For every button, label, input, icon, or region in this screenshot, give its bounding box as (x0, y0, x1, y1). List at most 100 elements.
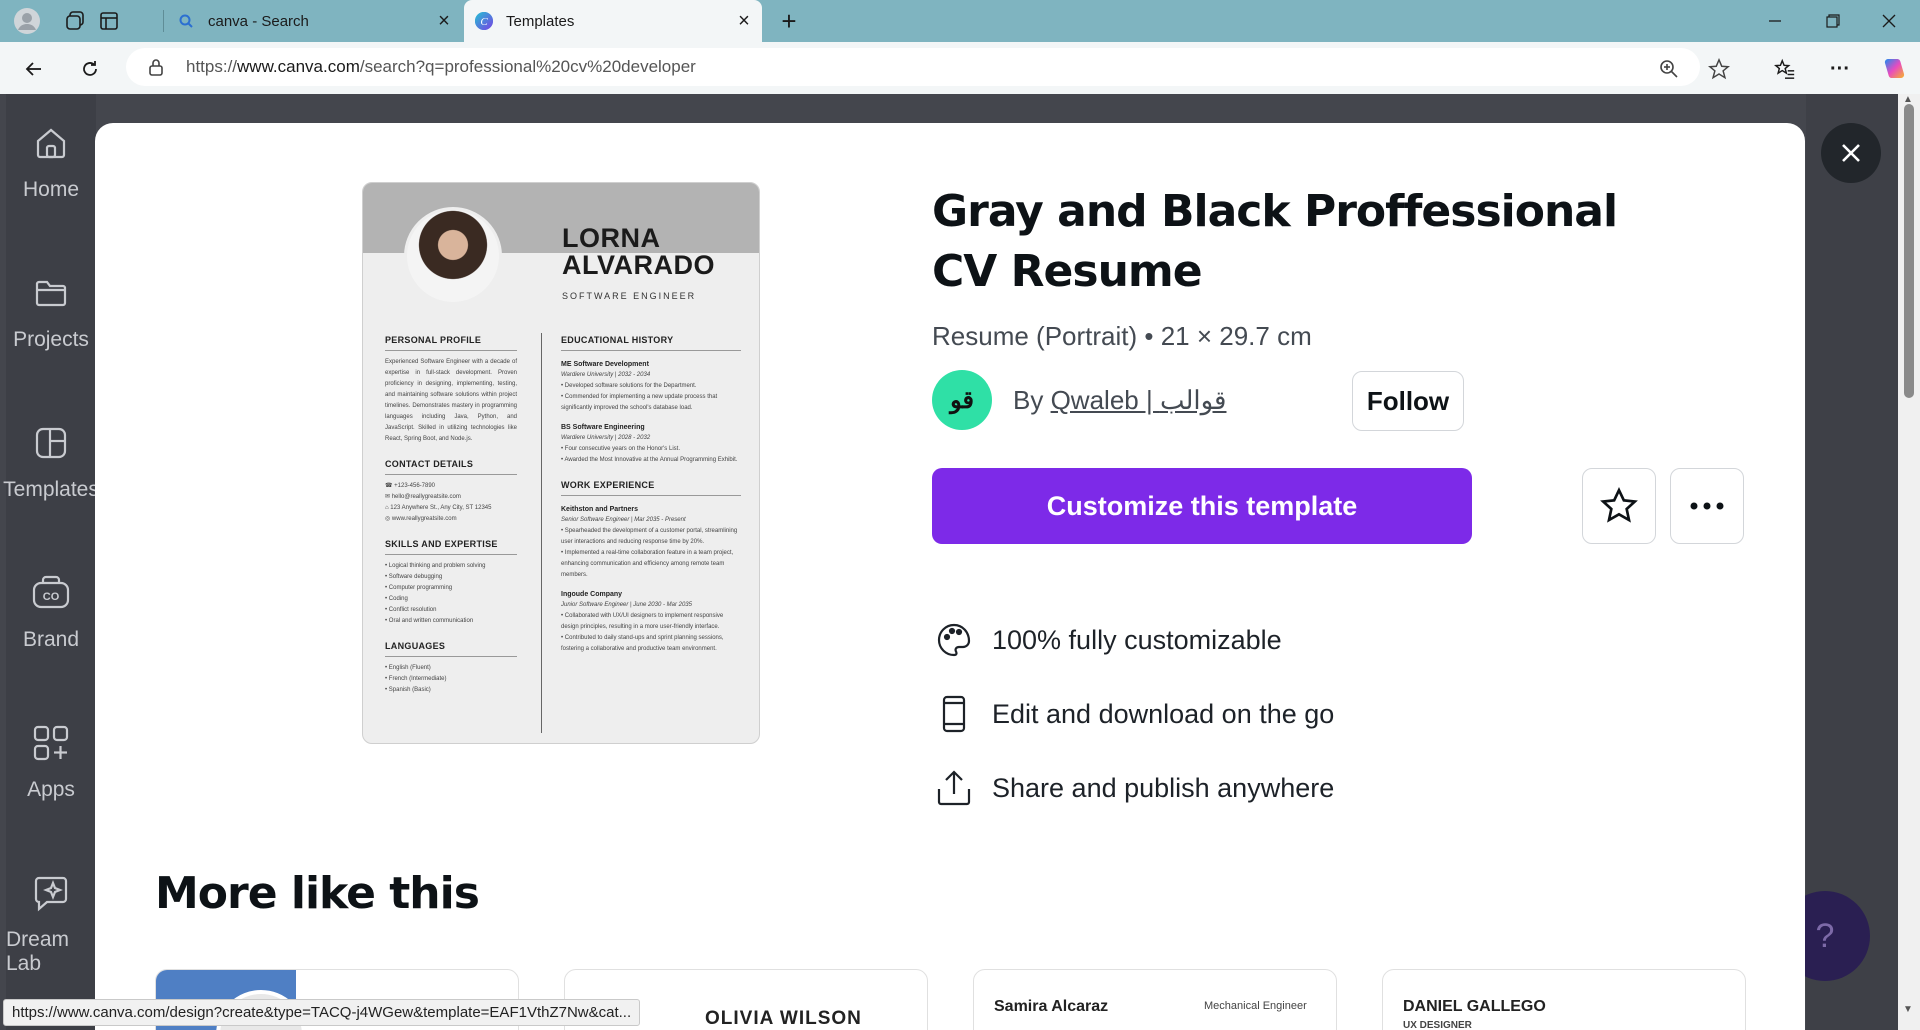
resume-entry-sub: Junior Software Engineer | June 2030 - M… (561, 602, 692, 608)
related-template-card[interactable]: Samira Alcaraz Mechanical Engineer (973, 969, 1337, 1030)
tab-separator (163, 10, 164, 32)
svg-text:C: C (480, 16, 488, 28)
feature-customizable: 100% fully customizable (932, 618, 1282, 662)
template-modal: LORNA ALVARADO SOFTWARE ENGINEER PERSONA… (95, 123, 1805, 1030)
resume-entry-sub: Senior Software Engineer | Mar 2035 - Pr… (561, 517, 686, 523)
rail-item-brand[interactable]: CO Brand (6, 566, 96, 652)
folder-icon (24, 266, 78, 320)
favorites-list-icon[interactable] (1771, 55, 1799, 83)
more-options-button[interactable] (1670, 468, 1744, 544)
tab-title: canva - Search (208, 12, 309, 30)
feature-label: Edit and download on the go (992, 698, 1335, 729)
copilot-icon[interactable] (1878, 54, 1908, 84)
share-icon (932, 766, 976, 810)
resume-bullet: • Commended for implementing a new updat… (561, 394, 718, 411)
url-field[interactable]: https://www.canva.com/search?q=professio… (126, 48, 1700, 86)
rail-item-label: Apps (27, 778, 75, 801)
favorite-button[interactable] (1582, 468, 1656, 544)
more-like-this-heading: More like this (155, 868, 480, 919)
status-bar-url: https://www.canva.com/design?create&type… (3, 999, 641, 1026)
home-icon (24, 116, 78, 170)
url-prefix: https:// (186, 57, 238, 76)
new-tab-icon[interactable]: + (776, 6, 802, 36)
follow-button[interactable]: Follow (1352, 371, 1464, 431)
template-icon (24, 416, 78, 470)
star-icon (1600, 487, 1638, 523)
byline-prefix: By (1013, 385, 1051, 415)
address-bar-row: https://www.canva.com/search?q=professio… (0, 42, 1920, 94)
resume-bullet: • Awarded the Most Innovative at the Ann… (561, 457, 738, 463)
resume-name-last: ALVARADO (562, 250, 715, 280)
favorite-star-icon[interactable] (1705, 55, 1733, 83)
rail-item-dream-lab[interactable]: Dream Lab (6, 866, 96, 976)
creator-link[interactable]: Qwaleb | قوالب (1051, 385, 1227, 415)
creator-avatar[interactable]: قو (932, 370, 992, 430)
related-template-card[interactable]: DANIEL GALLEGO UX DESIGNER (1382, 969, 1746, 1030)
brand-icon: CO (24, 566, 78, 620)
resume-heading: CONTACT DETAILS (385, 459, 517, 475)
creator-byline: By Qwaleb | قوالب (1013, 385, 1226, 416)
resume-bullet: • Developed software solutions for the D… (561, 383, 697, 389)
dream-lab-icon (24, 866, 78, 920)
card-name: Samira Alcaraz (994, 998, 1109, 1015)
resume-entry-title: BS Software Engineering (561, 424, 645, 431)
close-tab-icon[interactable]: × (730, 7, 758, 35)
close-icon (1842, 144, 1860, 162)
profile-icon[interactable] (12, 6, 42, 36)
resume-role: SOFTWARE ENGINEER (562, 291, 697, 301)
workspaces-icon[interactable] (62, 8, 88, 34)
scrollbar-thumb[interactable] (1904, 104, 1914, 398)
zoom-icon[interactable] (1655, 55, 1683, 83)
resume-name-first: LORNA (562, 223, 661, 253)
resume-name: LORNA ALVARADO (562, 225, 715, 279)
resume-bullet: • Four consecutive years on the Honor's … (561, 446, 680, 452)
close-modal-button[interactable] (1821, 123, 1881, 183)
resume-entry-title: Ingoude Company (561, 591, 623, 598)
svg-text:CO: CO (43, 591, 60, 603)
resume-column-divider (541, 333, 542, 733)
card-subtitle: UX DESIGNER (1403, 1020, 1472, 1030)
tab-actions-icon[interactable] (96, 8, 122, 34)
resume-skill: • Coding (385, 596, 408, 602)
resume-bullet: • Collaborated with UX/UI designers to i… (561, 613, 724, 630)
rail-item-templates[interactable]: Templates (3, 416, 99, 502)
minimize-icon[interactable] (1762, 8, 1788, 34)
rail-item-apps[interactable]: Apps (6, 716, 96, 802)
resume-skill: • Logical thinking and problem solving (385, 563, 486, 569)
resume-entry-sub: Wardiere University | 2028 - 2032 (561, 435, 651, 441)
resume-heading: EDUCATIONAL HISTORY (561, 335, 741, 351)
scroll-down-icon[interactable]: ▼ (1903, 1004, 1913, 1015)
resume-language: • English (Fluent) (385, 665, 431, 671)
resume-entry-title: Keithston and Partners (561, 506, 639, 513)
resume-left-column: PERSONAL PROFILE Experienced Software En… (385, 321, 517, 696)
lock-icon[interactable] (148, 58, 168, 76)
resume-entry-sub: Wardiere University | 2032 - 2034 (561, 372, 651, 378)
tab-canva-search[interactable]: canva - Search × (166, 0, 462, 42)
resume-heading: WORK EXPERIENCE (561, 480, 741, 496)
url-host: www.canva.com (237, 57, 360, 76)
rail-item-projects[interactable]: Projects (6, 266, 96, 352)
close-tab-icon[interactable]: × (430, 7, 458, 35)
template-preview[interactable]: LORNA ALVARADO SOFTWARE ENGINEER PERSONA… (362, 182, 760, 744)
resume-bullet: • Implemented a real-time collaboration … (561, 550, 734, 578)
page-scrollbar[interactable]: ▲ ▼ (1898, 94, 1920, 1030)
resume-language: • Spanish (Basic) (385, 687, 431, 693)
restore-icon[interactable] (1820, 8, 1846, 34)
back-icon[interactable] (20, 55, 48, 83)
more-menu-icon[interactable]: ··· (1826, 55, 1854, 83)
refresh-icon[interactable] (76, 55, 104, 83)
template-title: Gray and Black Proffessional CV Resume (932, 186, 1618, 297)
browser-tab-bar: canva - Search × C Templates × + (0, 0, 1920, 42)
rail-item-home[interactable]: Home (6, 116, 96, 202)
tab-title: Templates (506, 12, 575, 30)
resume-heading: SKILLS AND EXPERTISE (385, 539, 517, 555)
customize-template-button[interactable]: Customize this template (932, 468, 1472, 544)
resume-contact-item: ✉ hello@reallygreatsite.com (385, 494, 461, 500)
canva-favicon-icon: C (474, 11, 494, 31)
rail-item-label: Dream Lab (6, 928, 70, 975)
feature-label: 100% fully customizable (992, 624, 1282, 655)
resume-skill: • Oral and written communication (385, 618, 474, 624)
close-window-icon[interactable] (1876, 8, 1902, 34)
resume-bullet: • Contributed to daily stand-ups and spr… (561, 635, 724, 652)
tab-templates[interactable]: C Templates × (464, 0, 762, 42)
